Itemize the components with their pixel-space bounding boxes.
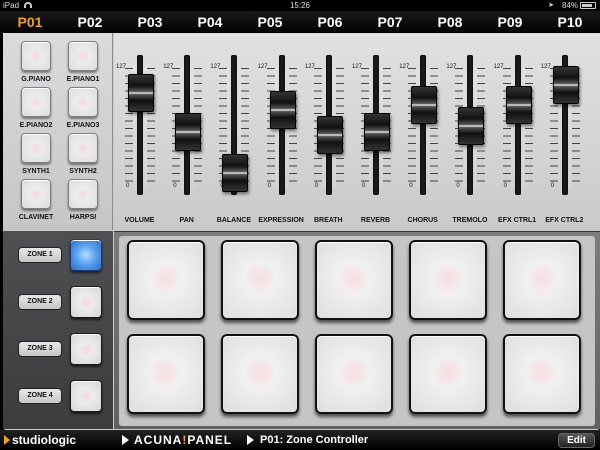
fader-chorus: 127 0 CHORUS xyxy=(399,33,446,230)
fader-track xyxy=(514,55,521,195)
scale-min-label: 0 xyxy=(362,183,366,189)
tab-p07[interactable]: P07 xyxy=(360,11,420,33)
zone-column: ZONE 1 ZONE 2 ZONE 3 ZONE 4 xyxy=(3,231,113,429)
scale-min-label: 0 xyxy=(456,183,460,189)
zone-2-button[interactable]: ZONE 2 xyxy=(18,294,62,310)
zone-3-pad[interactable] xyxy=(70,333,102,365)
tab-p03[interactable]: P03 xyxy=(120,11,180,33)
fader-knob[interactable] xyxy=(128,73,154,112)
drum-pad[interactable] xyxy=(315,334,393,414)
drum-pad[interactable] xyxy=(409,334,487,414)
slider-section: 1270VOLUME1270PAN1270BALANCE1270EXPRESSI… xyxy=(114,33,600,230)
app-name: ACUNA!PANEL xyxy=(134,430,232,450)
fader-track xyxy=(420,55,427,195)
scale-min-label: 0 xyxy=(503,183,507,189)
current-program: P01: Zone Controller xyxy=(260,434,369,446)
fader-label: EFX CTRL2 xyxy=(545,217,584,224)
fader-knob[interactable] xyxy=(222,154,249,192)
pad-section xyxy=(114,231,600,429)
scale-min-label: 0 xyxy=(126,183,130,189)
fader-expression: 127 0 EXPRESSION xyxy=(258,33,305,230)
tab-p08[interactable]: P08 xyxy=(420,11,480,33)
preset-button-gpiano[interactable] xyxy=(21,41,51,71)
fader-knob[interactable] xyxy=(364,113,390,152)
scale-min-label: 0 xyxy=(409,183,413,189)
preset-label: HARPSI xyxy=(69,214,97,221)
status-bar: iPad 15:26 ➤ 84% xyxy=(0,0,600,11)
preset-column: G.PIANO E.PIANO1 E.PIANO2 E.PIANO3 SYNTH1 SYN… xyxy=(3,33,113,230)
drum-pad[interactable] xyxy=(503,334,581,414)
fader-knob[interactable] xyxy=(552,66,579,104)
fader-volume: 127 0 VOLUME xyxy=(116,33,163,230)
tab-p06[interactable]: P06 xyxy=(300,11,360,33)
fader-knob[interactable] xyxy=(458,106,485,145)
drum-pad[interactable] xyxy=(221,334,299,414)
preset-button-clavinet[interactable] xyxy=(21,179,51,209)
zone-3-button[interactable]: ZONE 3 xyxy=(18,341,62,357)
app-name-suffix: PANEL xyxy=(187,433,233,447)
zone-4-pad[interactable] xyxy=(70,380,102,412)
app-name-prefix: ACUNA xyxy=(134,433,183,447)
scale-min-label: 0 xyxy=(267,183,271,189)
pad-grid xyxy=(119,236,595,426)
preset-label: E.PIANO1 xyxy=(66,76,100,83)
preset-button-harpsi[interactable] xyxy=(68,179,98,209)
drum-pad[interactable] xyxy=(127,240,205,320)
fader-efx-ctrl1: 127 0 EFX CTRL1 xyxy=(494,33,541,230)
tab-p09[interactable]: P09 xyxy=(480,11,540,33)
fader-knob[interactable] xyxy=(505,85,532,124)
brand-logo-icon xyxy=(4,435,10,445)
scale-min-label: 0 xyxy=(173,183,177,189)
separator-arrow-icon xyxy=(247,435,254,445)
fader-knob[interactable] xyxy=(175,113,202,152)
separator-arrow-icon xyxy=(122,435,129,445)
fader-efx-ctrl2: 127 0 EFX CTRL2 xyxy=(541,33,588,230)
preset-button-synth2[interactable] xyxy=(68,133,98,163)
fader-balance: 1270BALANCE xyxy=(210,33,257,230)
bottom-bar: studiologic ACUNA!PANEL P01: Zone Contro… xyxy=(0,430,600,450)
preset-label: SYNTH2 xyxy=(69,168,97,175)
tab-p01[interactable]: P01 xyxy=(0,11,60,33)
fader-knob[interactable] xyxy=(316,115,343,154)
brand-name: studiologic xyxy=(12,433,76,447)
fader-reverb: 127 0 REVERB xyxy=(352,33,399,230)
tab-p05[interactable]: P05 xyxy=(240,11,300,33)
drum-pad[interactable] xyxy=(503,240,581,320)
preset-button-epiano3[interactable] xyxy=(68,87,98,117)
clock: 15:26 xyxy=(289,1,311,10)
drum-pad[interactable] xyxy=(409,240,487,320)
tab-p02[interactable]: P02 xyxy=(60,11,120,33)
location-icon: ➤ xyxy=(548,2,554,9)
scale-min-label: 0 xyxy=(550,183,555,189)
edit-button[interactable]: Edit xyxy=(558,433,595,448)
zone-4-button[interactable]: ZONE 4 xyxy=(18,388,62,404)
drum-pad[interactable] xyxy=(221,240,299,320)
fader-tremolo: 127 0 TREMOLO xyxy=(446,33,493,230)
fader-knob[interactable] xyxy=(269,91,296,130)
tab-p10[interactable]: P10 xyxy=(540,11,600,33)
program-tabs: P01 P02 P03 P04 P05 P06 P07 P08 P09 P10 xyxy=(0,11,600,33)
battery-icon xyxy=(580,2,596,9)
drum-pad[interactable] xyxy=(315,240,393,320)
preset-button-epiano2[interactable] xyxy=(21,87,51,117)
zone-1-pad[interactable] xyxy=(70,239,102,271)
zone-2-pad[interactable] xyxy=(70,286,102,318)
preset-button-epiano1[interactable] xyxy=(68,41,98,71)
preset-label: E.PIANO3 xyxy=(66,122,100,129)
preset-button-synth1[interactable] xyxy=(21,133,51,163)
tab-p04[interactable]: P04 xyxy=(180,11,240,33)
zone-1-button[interactable]: ZONE 1 xyxy=(18,247,62,263)
drum-pad[interactable] xyxy=(127,334,205,414)
scale-min-label: 0 xyxy=(314,183,319,189)
fader-pan: 127 0 PAN xyxy=(163,33,210,230)
battery-percent: 84% xyxy=(561,1,578,10)
fader-knob[interactable] xyxy=(411,85,438,124)
fader-breath: 127 0 BREATH xyxy=(305,33,352,230)
